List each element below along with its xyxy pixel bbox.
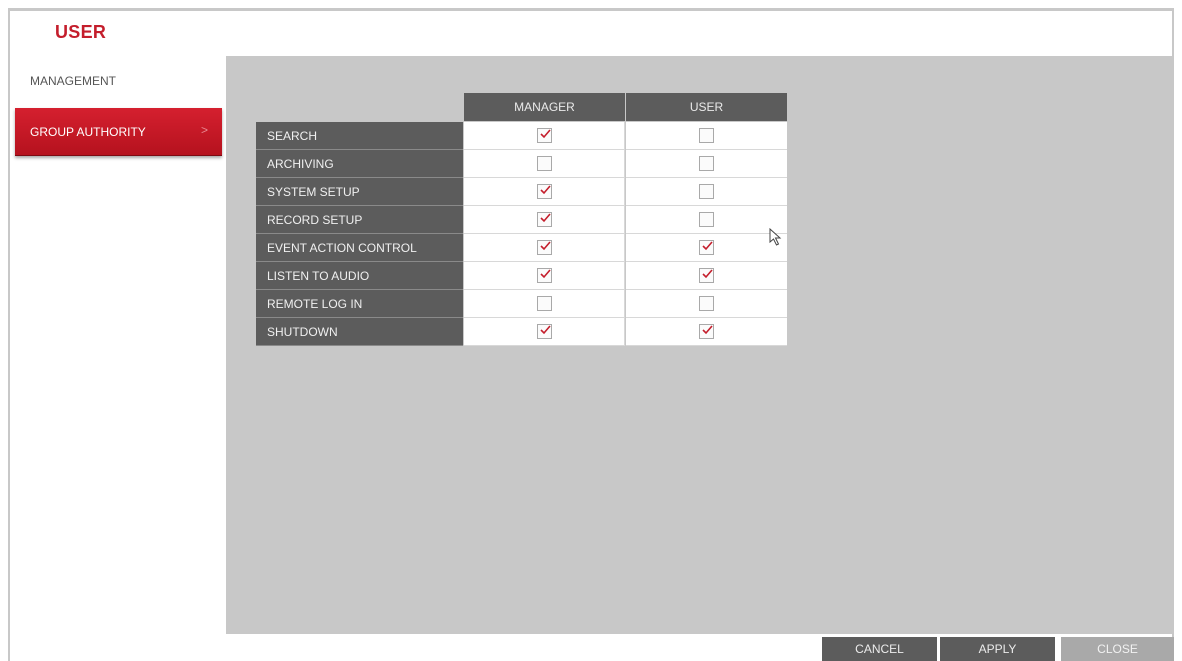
table-row: RECORD SETUP — [256, 206, 787, 234]
sidebar-item-management[interactable]: MANAGEMENT — [15, 57, 222, 105]
table-row: ARCHIVING — [256, 150, 787, 178]
checkmark-icon — [539, 127, 552, 145]
cell-user — [626, 178, 787, 206]
sidebar-item-label: MANAGEMENT — [30, 74, 117, 88]
row-label: SEARCH — [256, 122, 463, 150]
user-checkbox[interactable] — [699, 128, 714, 143]
checkmark-icon — [539, 323, 552, 341]
row-label: LISTEN TO AUDIO — [256, 262, 463, 290]
row-label: ARCHIVING — [256, 150, 463, 178]
checkmark-icon — [701, 267, 714, 285]
cell-manager — [464, 206, 625, 234]
user-checkbox[interactable] — [699, 268, 714, 283]
manager-checkbox[interactable] — [536, 156, 552, 171]
chevron-right-icon: > — [200, 123, 208, 137]
row-label: RECORD SETUP — [256, 206, 463, 234]
cell-user — [626, 262, 787, 290]
cell-user — [626, 206, 787, 234]
column-header-user: USER — [626, 93, 787, 121]
manager-checkbox[interactable] — [536, 296, 552, 311]
apply-button[interactable]: APPLY — [940, 637, 1055, 661]
cell-user — [626, 122, 787, 150]
row-label: SYSTEM SETUP — [256, 178, 463, 206]
sidebar-item-group-authority[interactable]: GROUP AUTHORITY > — [15, 108, 222, 156]
cell-user — [626, 234, 787, 262]
sidebar-item-label: GROUP AUTHORITY — [30, 124, 146, 139]
row-label: SHUTDOWN — [256, 318, 463, 346]
cell-manager — [464, 290, 625, 318]
close-button[interactable]: CLOSE — [1061, 637, 1174, 661]
cancel-button[interactable]: CANCEL — [822, 637, 937, 661]
checkmark-icon — [539, 211, 552, 229]
user-checkbox[interactable] — [699, 156, 714, 171]
row-label: REMOTE LOG IN — [256, 290, 463, 318]
cell-user — [626, 318, 787, 346]
table-row: SHUTDOWN — [256, 318, 787, 346]
manager-checkbox[interactable] — [536, 323, 552, 341]
manager-checkbox[interactable] — [536, 239, 552, 257]
mouse-cursor-icon — [769, 228, 782, 246]
row-label: EVENT ACTION CONTROL — [256, 234, 463, 262]
checkmark-icon — [539, 183, 552, 201]
manager-checkbox[interactable] — [536, 267, 552, 285]
cell-user — [626, 150, 787, 178]
manager-checkbox[interactable] — [536, 183, 552, 201]
cell-manager — [464, 178, 625, 206]
column-header-manager: MANAGER — [464, 93, 625, 121]
user-checkbox[interactable] — [699, 240, 714, 255]
user-checkbox[interactable] — [699, 184, 714, 199]
user-checkbox[interactable] — [699, 324, 714, 339]
checkmark-icon — [701, 323, 714, 341]
user-checkbox[interactable] — [699, 212, 714, 227]
checkmark-icon — [539, 267, 552, 285]
page-title: USER — [55, 22, 107, 42]
user-checkbox[interactable] — [699, 296, 714, 311]
cell-manager — [464, 262, 625, 290]
cell-manager — [464, 318, 625, 346]
cell-user — [626, 290, 787, 318]
table-row: REMOTE LOG IN — [256, 290, 787, 318]
authority-table: SEARCH ARCHIVING SYSTEM SETUP RECORD SETUP E… — [256, 122, 787, 346]
table-row: LISTEN TO AUDIO — [256, 262, 787, 290]
cell-manager — [464, 150, 625, 178]
checkmark-icon — [539, 239, 552, 257]
table-row: SEARCH — [256, 122, 787, 150]
cell-manager — [464, 234, 625, 262]
cell-manager — [464, 122, 625, 150]
manager-checkbox[interactable] — [536, 127, 552, 145]
table-row: EVENT ACTION CONTROL — [256, 234, 787, 262]
manager-checkbox[interactable] — [536, 211, 552, 229]
table-row: SYSTEM SETUP — [256, 178, 787, 206]
checkmark-icon — [701, 239, 714, 257]
